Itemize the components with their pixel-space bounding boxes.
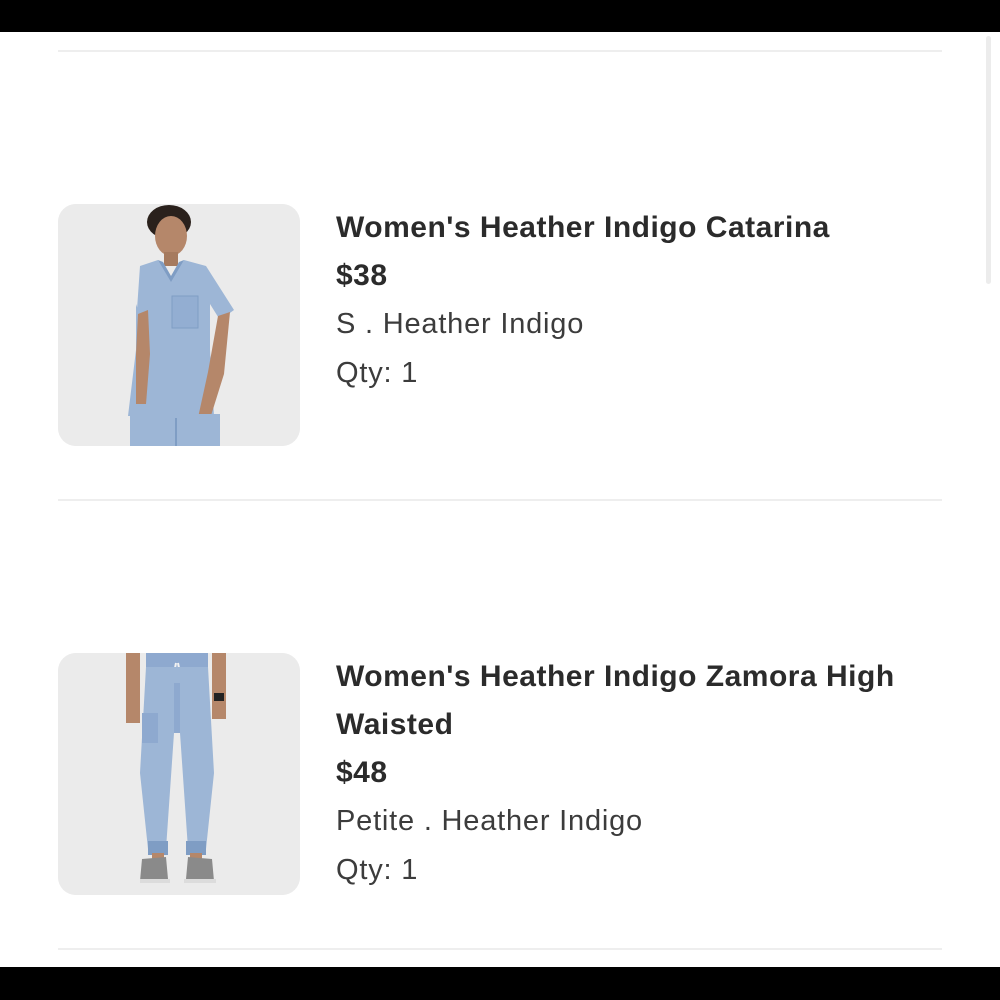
item-info: Women's Heather Indigo Catarina $38 S . … bbox=[336, 204, 936, 398]
item-quantity: Qty: 1 bbox=[336, 846, 936, 895]
item-quantity: Qty: 1 bbox=[336, 349, 936, 398]
cart-item[interactable]: Women's Heather Indigo Zamora High Waist… bbox=[58, 653, 942, 895]
item-variant: Petite . Heather Indigo bbox=[336, 805, 643, 837]
qty-value: 1 bbox=[401, 357, 419, 389]
scrollbar-thumb[interactable] bbox=[986, 36, 991, 284]
top-bezel bbox=[0, 0, 1000, 32]
product-image-zamora[interactable] bbox=[58, 653, 300, 895]
divider-bottom bbox=[58, 948, 942, 950]
qty-value: 1 bbox=[401, 854, 419, 886]
qty-label: Qty: bbox=[336, 854, 402, 886]
item-price: $38 bbox=[336, 259, 388, 292]
cart-item[interactable]: Women's Heather Indigo Catarina $38 S . … bbox=[58, 204, 942, 446]
item-info: Women's Heather Indigo Zamora High Waist… bbox=[336, 653, 936, 895]
scrub-top-photo-icon bbox=[58, 204, 300, 446]
cart-screen: Women's Heather Indigo Catarina $38 S . … bbox=[0, 32, 1000, 967]
item-name[interactable]: Women's Heather Indigo Catarina bbox=[336, 204, 936, 252]
divider-middle bbox=[58, 499, 942, 501]
scrub-pants-photo-icon bbox=[58, 653, 300, 895]
item-name[interactable]: Women's Heather Indigo Zamora High Waist… bbox=[336, 653, 936, 749]
item-variant: S . Heather Indigo bbox=[336, 308, 585, 340]
bottom-bezel bbox=[0, 967, 1000, 1000]
product-image-catarina[interactable] bbox=[58, 204, 300, 446]
item-price: $48 bbox=[336, 756, 388, 789]
qty-label: Qty: bbox=[336, 357, 402, 389]
divider-top bbox=[58, 50, 942, 52]
